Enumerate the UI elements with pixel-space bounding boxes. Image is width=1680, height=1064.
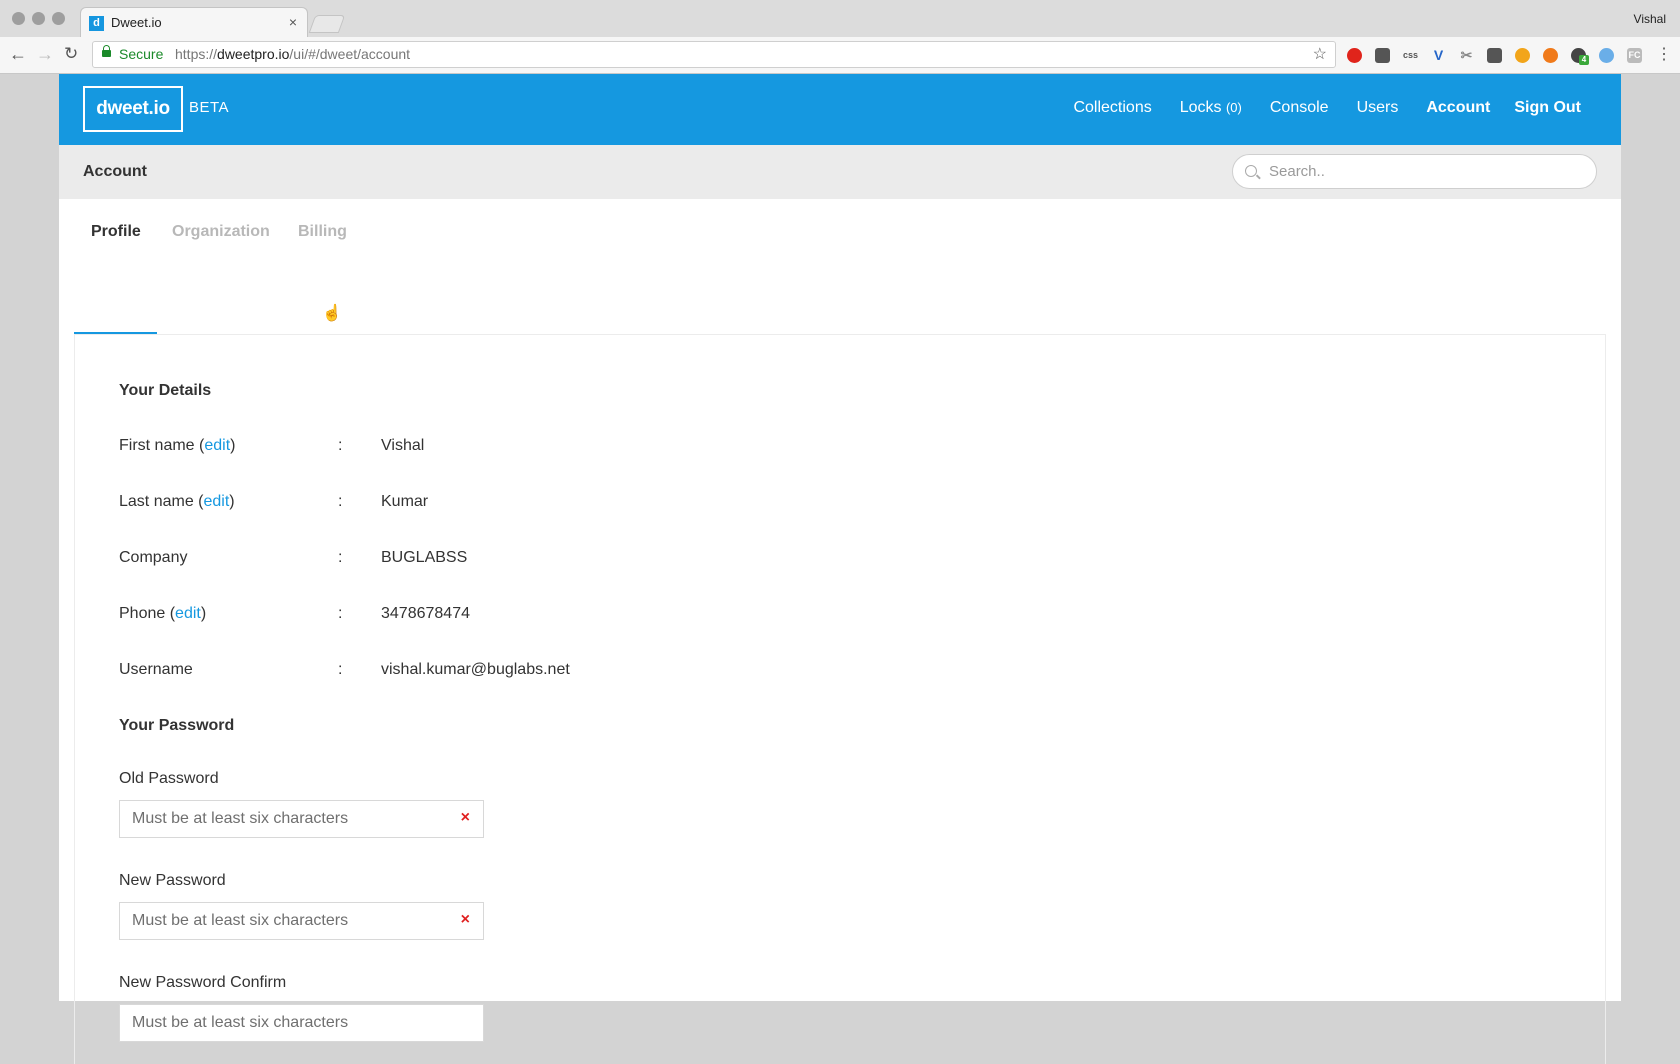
- window-zoom-button[interactable]: [52, 12, 65, 25]
- hand-cursor-icon: ☝: [322, 305, 342, 322]
- pocket-icon[interactable]: [1375, 48, 1390, 63]
- page-subheader: Account: [59, 145, 1621, 199]
- extension-badge: 4: [1579, 55, 1589, 65]
- phone-value: 3478678474: [381, 605, 470, 622]
- css-icon[interactable]: css: [1403, 48, 1418, 63]
- browser-titlebar: d Dweet.io × Vishal: [0, 0, 1680, 37]
- dweet-page: dweet.io BETA Collections Locks (0) Cons…: [59, 74, 1621, 1064]
- forward-arrow-icon[interactable]: →: [36, 44, 54, 65]
- search-icon: [1245, 165, 1257, 177]
- your-details-heading: Your Details: [119, 382, 212, 399]
- error-x-icon: ×: [460, 809, 470, 826]
- chrome-menu-icon[interactable]: ⋮: [1656, 44, 1672, 64]
- fc-icon[interactable]: FC: [1627, 48, 1642, 63]
- browser-toolbar: ← → ↻ Secure https://dweetpro.io/ui/#/dw…: [0, 37, 1680, 74]
- first-name-label: First name (edit): [119, 437, 236, 454]
- colon: :: [338, 661, 343, 678]
- nav-console[interactable]: Console: [1270, 99, 1329, 117]
- new-password-label: New Password: [119, 872, 226, 889]
- address-bar[interactable]: Secure https://dweetpro.io/ui/#/dweet/ac…: [92, 41, 1336, 68]
- vue-icon[interactable]: V: [1431, 48, 1446, 63]
- tab-billing[interactable]: Billing: [298, 223, 347, 241]
- old-password-input[interactable]: [132, 809, 432, 829]
- username-label: Username: [119, 661, 193, 678]
- first-name-label-text: First name: [119, 437, 195, 454]
- dweet-favicon-icon: d: [89, 16, 104, 31]
- url-host: dweetpro.io: [217, 46, 290, 62]
- confirm-password-field[interactable]: [119, 1004, 484, 1042]
- locks-count: (0): [1225, 100, 1242, 115]
- nav-locks[interactable]: Locks (0): [1180, 99, 1242, 117]
- confirm-password-label: New Password Confirm: [119, 974, 287, 991]
- new-password-input[interactable]: [132, 911, 432, 931]
- colon: :: [338, 605, 343, 622]
- main-nav: Collections Locks (0) Console Users Acco…: [1045, 99, 1581, 117]
- url-protocol: https://: [175, 46, 218, 62]
- ghostery-icon[interactable]: 4: [1571, 48, 1589, 65]
- colon: :: [338, 493, 343, 510]
- nav-users[interactable]: Users: [1357, 99, 1399, 117]
- secure-label: Secure: [119, 46, 164, 62]
- company-label: Company: [119, 549, 188, 566]
- nav-locks-label: Locks: [1179, 99, 1222, 116]
- error-x-icon: ×: [460, 911, 470, 928]
- old-password-field[interactable]: ×: [119, 800, 484, 838]
- new-password-field[interactable]: ×: [119, 902, 484, 940]
- scissors-icon[interactable]: ✂: [1459, 48, 1474, 63]
- page-title: Account: [83, 163, 147, 180]
- search-input[interactable]: [1269, 160, 1579, 182]
- phone-label-text: Phone: [119, 605, 166, 622]
- confirm-password-input[interactable]: [132, 1013, 432, 1033]
- tab-profile[interactable]: Profile: [91, 223, 141, 241]
- phone-label: Phone (edit): [119, 605, 207, 622]
- colon: :: [338, 549, 343, 566]
- opera-icon[interactable]: [1347, 48, 1362, 63]
- app-header: dweet.io BETA Collections Locks (0) Cons…: [59, 74, 1621, 145]
- bookmark-star-icon[interactable]: ☆: [1313, 42, 1327, 67]
- username-value: vishal.kumar@buglabs.net: [381, 661, 570, 678]
- last-name-label-text: Last name: [119, 493, 194, 510]
- tab-organization[interactable]: Organization: [172, 223, 270, 241]
- mail-icon[interactable]: [1487, 48, 1502, 63]
- lock-icon: [102, 45, 111, 57]
- twitter-icon[interactable]: [1599, 48, 1614, 63]
- dweet-logo[interactable]: dweet.io: [83, 86, 183, 132]
- window-close-button[interactable]: [12, 12, 25, 25]
- back-arrow-icon[interactable]: ←: [9, 44, 27, 65]
- edit-phone-link[interactable]: edit: [175, 605, 201, 622]
- edit-first-name-link[interactable]: edit: [204, 437, 230, 454]
- nav-collections[interactable]: Collections: [1073, 99, 1151, 117]
- last-name-label: Last name (edit): [119, 493, 235, 510]
- profile-card: Your Details First name (edit) : Vishal …: [74, 334, 1606, 1064]
- nav-account[interactable]: Account: [1426, 99, 1490, 117]
- tab-close-icon[interactable]: ×: [289, 14, 297, 30]
- reload-icon[interactable]: ↻: [64, 44, 78, 64]
- browser-tab[interactable]: d Dweet.io ×: [80, 7, 308, 37]
- fire-icon[interactable]: [1543, 48, 1558, 63]
- url-text[interactable]: https://dweetpro.io/ui/#/dweet/account: [175, 42, 410, 67]
- browser-tab-title: Dweet.io: [111, 15, 162, 30]
- company-value: BUGLABSS: [381, 549, 468, 566]
- last-name-value: Kumar: [381, 493, 429, 510]
- new-tab-button[interactable]: [308, 15, 346, 33]
- url-path: /ui/#/dweet/account: [289, 46, 411, 62]
- search-box[interactable]: [1232, 154, 1597, 189]
- colon: :: [338, 437, 343, 454]
- old-password-label: Old Password: [119, 770, 219, 787]
- chrome-extension-icon[interactable]: [1515, 48, 1530, 63]
- edit-last-name-link[interactable]: edit: [204, 493, 230, 510]
- account-tabs: Profile Organization Billing: [74, 199, 1274, 334]
- browser-profile-name[interactable]: Vishal: [1634, 12, 1666, 26]
- window-minimize-button[interactable]: [32, 12, 45, 25]
- first-name-value: Vishal: [381, 437, 425, 454]
- beta-label: BETA: [189, 99, 230, 116]
- nav-sign-out[interactable]: Sign Out: [1514, 99, 1581, 117]
- your-password-heading: Your Password: [119, 717, 235, 734]
